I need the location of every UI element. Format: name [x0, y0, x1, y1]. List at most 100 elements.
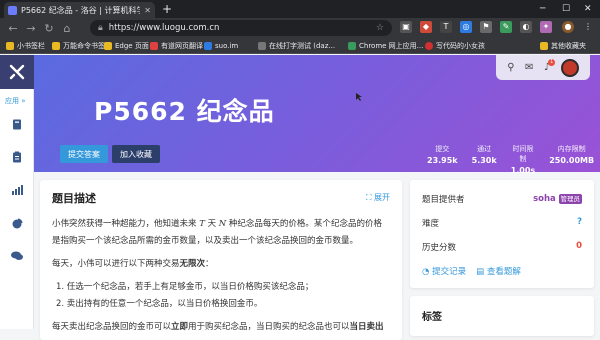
- bold-text: 当日卖出: [349, 322, 384, 332]
- text: ：: [205, 259, 214, 269]
- bookmark-item[interactable]: Edge 页面: [104, 40, 149, 52]
- tags-heading: 标签: [422, 312, 442, 323]
- user-avatar[interactable]: [560, 58, 579, 77]
- bookmark-label: suo.im: [215, 42, 239, 50]
- stat-label: 时间限制: [512, 145, 534, 163]
- score-row: 历史分数 0: [422, 241, 582, 253]
- stat-time-limit: 时间限制 1.00s: [504, 144, 543, 175]
- stat-value: 1.00s: [510, 166, 536, 175]
- bookmark-item[interactable]: suo.im: [204, 40, 238, 52]
- stat-value: 23.95k: [427, 156, 458, 165]
- back-icon[interactable]: ←: [4, 22, 22, 35]
- clipboard-icon[interactable]: [10, 150, 24, 164]
- mail-icon[interactable]: ✉: [525, 62, 533, 73]
- extension-icon[interactable]: ◎: [460, 21, 472, 33]
- provider-label: 题目提供者: [422, 195, 465, 205]
- chat-icon[interactable]: [10, 249, 24, 263]
- close-window-icon[interactable]: ✕: [584, 2, 592, 16]
- score-value: 0: [576, 241, 582, 251]
- new-tab-icon[interactable]: +: [162, 2, 172, 16]
- bookmark-label: 写代码的小女孩: [436, 42, 485, 50]
- extension-icon[interactable]: ✦: [540, 21, 552, 33]
- menu-icon[interactable]: ⋮: [582, 21, 594, 33]
- stat-submissions: 提交 23.95k: [420, 144, 465, 175]
- luogu-logo[interactable]: [0, 55, 34, 89]
- extension-icon[interactable]: ⚑: [480, 21, 492, 33]
- search-icon[interactable]: ⚲: [507, 62, 514, 73]
- submissions-label: 提交记录: [432, 267, 467, 277]
- folder-icon: [52, 42, 60, 50]
- profile-avatar-icon[interactable]: ●: [562, 21, 574, 33]
- page: 应用 » ⚲ ✉ ♪ 1 P5662 纪念品 提交答案 加入收藏 提交 23.95k…: [0, 55, 600, 340]
- text: 天: [204, 219, 219, 229]
- description-paragraph: 每天卖出纪念品换回的金币可以立即用于购买纪念品，当日购买的纪念品也可以当日卖出: [52, 320, 396, 335]
- close-tab-icon[interactable]: ✕: [144, 6, 151, 15]
- extension-icon[interactable]: T: [440, 21, 452, 33]
- bookmark-item[interactable]: 其他收藏夹: [540, 40, 586, 52]
- text: 小伟突然获得一种超能力，他知道未来: [52, 219, 200, 229]
- submit-answer-button[interactable]: 提交答案: [60, 145, 108, 163]
- add-favorite-button[interactable]: 加入收藏: [112, 145, 160, 163]
- list-item: 1. 任选一个纪念品，若手上有足够金币，以当日价格购买该纪念品；: [56, 282, 314, 292]
- expand-label: 展开: [374, 193, 390, 202]
- bookmark-item[interactable]: 万能命令书签: [52, 40, 105, 52]
- stat-value: 250.00MB: [549, 156, 595, 165]
- globe-icon: [204, 42, 212, 50]
- stat-memory-limit: 内存限制 250.00MB: [542, 144, 600, 175]
- notification-badge: 1: [548, 59, 556, 66]
- bookmark-item[interactable]: 有道网页翻译: [150, 40, 203, 52]
- description-heading: 题目描述: [52, 192, 96, 205]
- bookmark-label: 有道网页翻译: [161, 42, 203, 50]
- omnibox[interactable]: 🔒︎ https://www.luogu.com.cn ☆: [90, 20, 392, 36]
- bookmark-label: 小书签栏: [17, 42, 45, 50]
- page-title: P5662 纪念品: [94, 97, 275, 126]
- stat-accepted: 通过 5.30k: [465, 144, 504, 175]
- lock-icon[interactable]: 🔒︎: [98, 23, 103, 33]
- forward-icon[interactable]: →: [22, 22, 40, 35]
- reload-icon[interactable]: ↻: [40, 22, 58, 35]
- text: 用于购买纪念品，当日购买的纪念品也可以: [188, 322, 350, 332]
- difficulty-row: 难度 ?: [422, 217, 582, 229]
- provider-name: soha: [533, 194, 556, 204]
- admin-badge: 管理员: [558, 194, 582, 204]
- bookmarks-bar: 小书签栏 万能命令书签 Edge 页面 有道网页翻译 suo.im 在线打字测试…: [0, 38, 600, 54]
- bold-text: 无限次: [179, 259, 206, 269]
- expand-button[interactable]: ⛶ 展开: [366, 192, 390, 203]
- description-card: 题目描述 ⛶ 展开 小伟突然获得一种超能力，他知道未来 T 天 N 种纪念品每天…: [40, 180, 402, 340]
- bar-chart-icon[interactable]: [10, 183, 24, 197]
- bookmark-item[interactable]: 写代码的小女孩: [425, 40, 485, 52]
- sidebar-menu-toggle[interactable]: 应用 »: [5, 96, 26, 106]
- score-label: 历史分数: [422, 243, 457, 253]
- submissions-link[interactable]: ◔ 提交记录: [422, 265, 466, 277]
- extension-icon[interactable]: ◆: [420, 21, 432, 33]
- stat-label: 通过: [477, 145, 492, 153]
- minimize-icon[interactable]: ─: [540, 2, 545, 16]
- page-icon: [258, 42, 266, 50]
- home-icon[interactable]: ⌂: [58, 22, 76, 35]
- problem-stats: 提交 23.95k 通过 5.30k 时间限制 1.00s 内存限制 250.00MB: [420, 144, 600, 175]
- stat-label: 提交: [435, 145, 450, 153]
- bookmark-site-icon: [425, 42, 433, 50]
- star-icon[interactable]: ☆: [376, 23, 384, 33]
- browser-tab[interactable]: P5662 纪念品 - 洛谷 | 计算机科学教... ✕: [4, 2, 155, 18]
- notification-bell-icon[interactable]: ♪ 1: [544, 59, 556, 73]
- stat-label: 内存限制: [557, 145, 586, 153]
- maximize-icon[interactable]: ☐: [562, 2, 570, 16]
- pie-chart-icon[interactable]: [10, 216, 24, 230]
- extension-icon[interactable]: ◐: [520, 21, 532, 33]
- folder-icon: [6, 42, 14, 50]
- bookmark-item[interactable]: Chrome 网上应用...: [348, 40, 423, 52]
- provider-user[interactable]: soha 管理员: [533, 193, 582, 205]
- bookmark-item[interactable]: 小书签栏: [6, 40, 45, 52]
- solutions-link[interactable]: ▤ 查看题解: [476, 265, 521, 277]
- browser-tabstrip: P5662 纪念品 - 洛谷 | 计算机科学教... ✕ + ─ ☐ ✕: [0, 0, 600, 18]
- extension-icon[interactable]: ✎: [500, 21, 512, 33]
- description-paragraph: 每天，小伟可以进行以下两种交易无限次：: [52, 257, 396, 272]
- problem-header: ⚲ ✉ ♪ 1 P5662 纪念品 提交答案 加入收藏 提交 23.95k 通过 5.…: [34, 55, 600, 175]
- extension-icon[interactable]: ▣: [400, 21, 412, 33]
- bookmark-item[interactable]: 在线打字测试 (daz...: [258, 40, 335, 52]
- list-item: 2. 卖出持有的任意一个纪念品，以当日价格换回金币。: [56, 299, 263, 309]
- mouse-cursor-icon: [356, 93, 362, 101]
- luogu-logo-icon: [9, 64, 25, 80]
- book-icon[interactable]: [10, 117, 24, 131]
